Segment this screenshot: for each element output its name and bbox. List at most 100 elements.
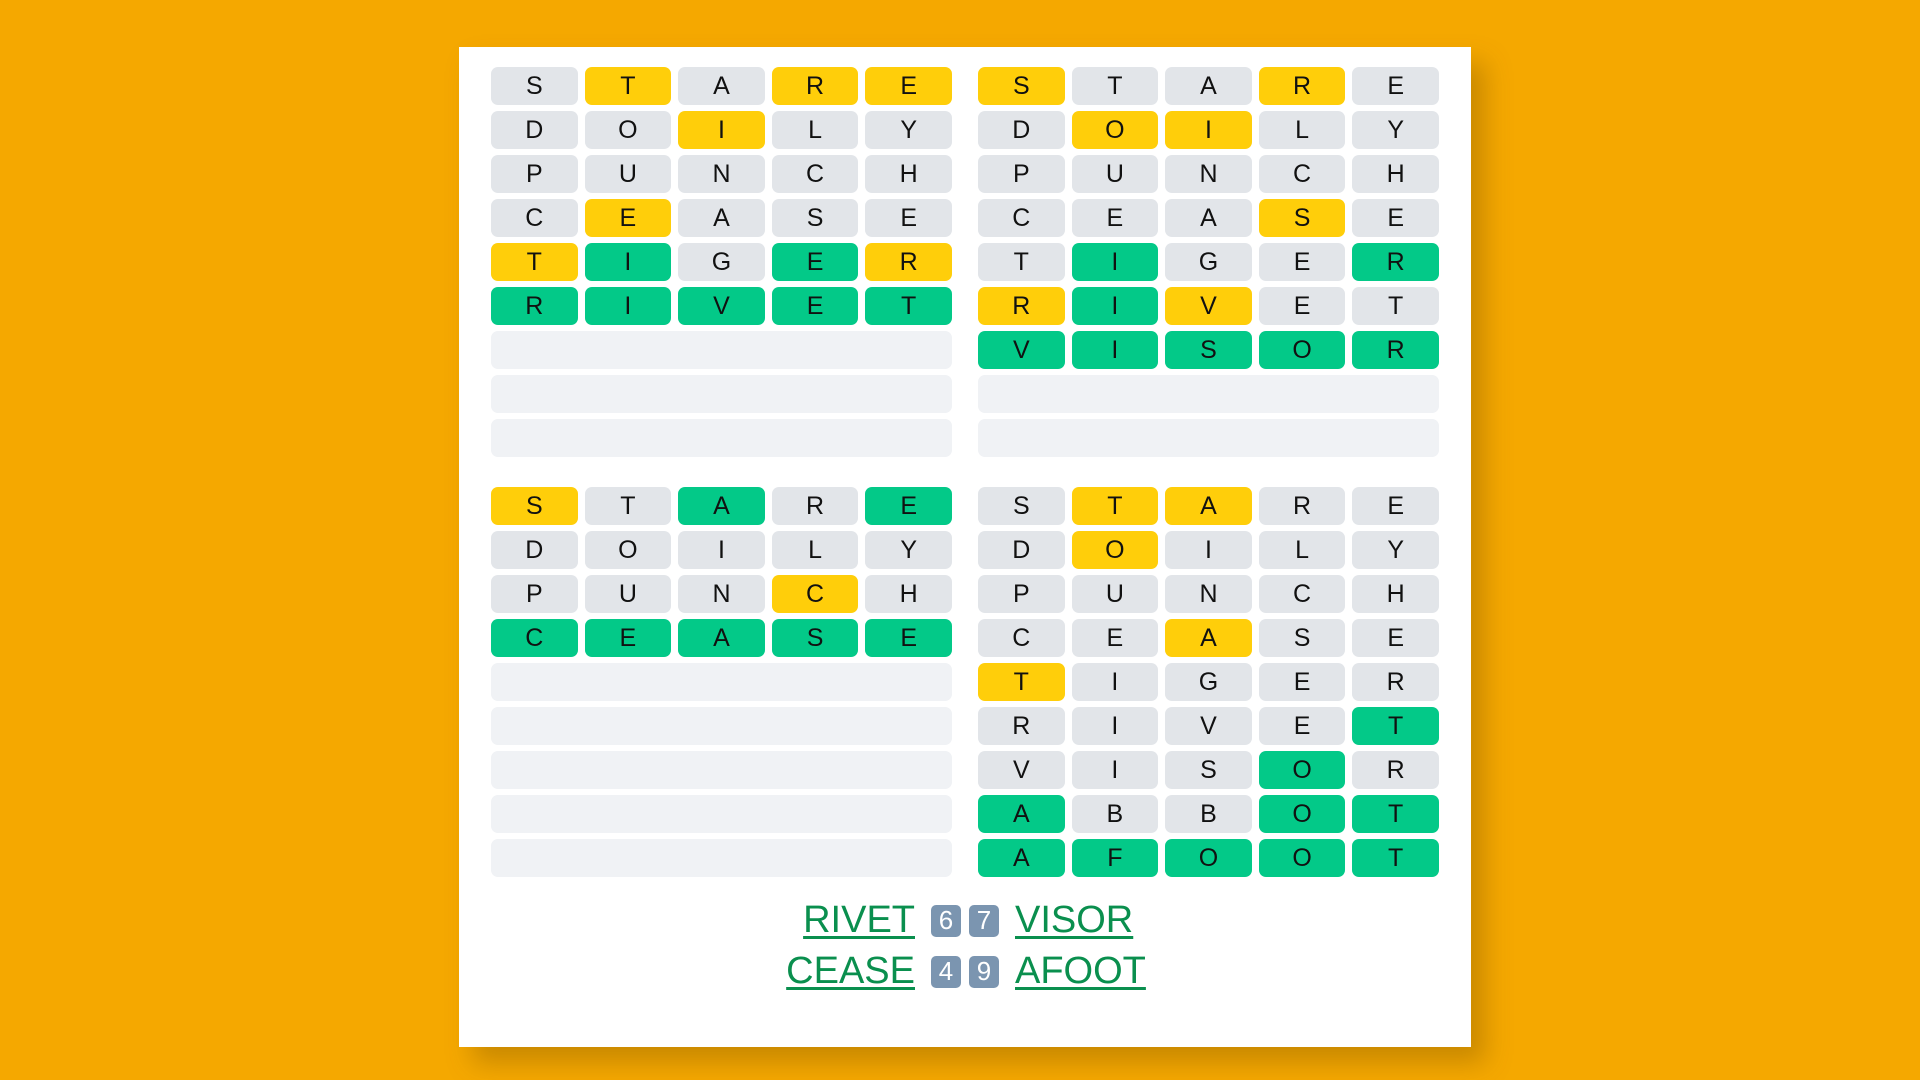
letter-tile: C xyxy=(491,619,578,657)
letter-tile: N xyxy=(1165,575,1252,613)
letter-tile: T xyxy=(1352,839,1439,877)
letter-tile: S xyxy=(978,67,1065,105)
answer-word-link[interactable]: RIVET xyxy=(775,899,915,942)
letter-tile: I xyxy=(1071,331,1159,369)
letter-tile: A xyxy=(678,619,765,657)
letter-tile: S xyxy=(1165,751,1252,789)
letter-tile: A xyxy=(1165,619,1252,657)
guess-row: CEASE xyxy=(491,199,952,237)
empty-guess-row xyxy=(491,751,952,789)
guess-count-badge: 4 xyxy=(929,953,963,990)
letter-tile: T xyxy=(491,243,578,281)
letter-tile: E xyxy=(865,67,952,105)
letter-tile: T xyxy=(584,67,672,105)
letter-tile: I xyxy=(1071,243,1159,281)
letter-tile: C xyxy=(491,199,578,237)
guess-row: DOILY xyxy=(978,531,1439,569)
letter-tile: O xyxy=(1165,839,1252,877)
letter-tile: S xyxy=(491,487,578,525)
answer-word-link[interactable]: CEASE xyxy=(775,950,915,993)
letter-tile: E xyxy=(1352,67,1439,105)
letter-tile: S xyxy=(1258,199,1346,237)
empty-guess-row xyxy=(491,663,952,701)
guess-row: STARE xyxy=(978,487,1439,525)
letter-tile: H xyxy=(865,575,952,613)
guess-row: STARE xyxy=(978,67,1439,105)
guess-row: PUNCH xyxy=(978,155,1439,193)
guess-count-badge: 7 xyxy=(967,902,1001,939)
letter-tile: V xyxy=(1165,707,1252,745)
letter-tile: O xyxy=(1258,795,1346,833)
guess-count-badges: 49 xyxy=(929,953,1001,990)
guess-row: TIGER xyxy=(491,243,952,281)
guess-row: RIVET xyxy=(978,287,1439,325)
letter-tile: T xyxy=(1352,795,1439,833)
guess-count-badge: 6 xyxy=(929,902,963,939)
letter-tile: S xyxy=(1258,619,1346,657)
letter-tile: H xyxy=(865,155,952,193)
guess-row: RIVET xyxy=(978,707,1439,745)
letter-tile: T xyxy=(1071,67,1159,105)
letter-tile: E xyxy=(865,199,952,237)
guess-row: PUNCH xyxy=(978,575,1439,613)
answer-word-link[interactable]: VISOR xyxy=(1015,899,1155,942)
letter-tile: T xyxy=(1352,287,1439,325)
letter-tile: E xyxy=(1071,619,1159,657)
letter-tile: B xyxy=(1071,795,1159,833)
letter-tile: O xyxy=(1258,331,1346,369)
letter-tile: P xyxy=(978,575,1065,613)
empty-guess-row xyxy=(491,707,952,745)
letter-tile: S xyxy=(771,199,859,237)
guess-row: TIGER xyxy=(978,663,1439,701)
letter-tile: E xyxy=(584,199,672,237)
letter-tile: H xyxy=(1352,155,1439,193)
letter-tile: R xyxy=(865,243,952,281)
letter-tile: F xyxy=(1071,839,1159,877)
answer-line: RIVET 6 7 VISOR xyxy=(775,899,1155,942)
empty-guess-row xyxy=(978,375,1439,413)
letter-tile: L xyxy=(1258,531,1346,569)
letter-tile: Y xyxy=(865,111,952,149)
letter-tile: U xyxy=(1071,575,1159,613)
empty-guess-row xyxy=(491,795,952,833)
guess-row: TIGER xyxy=(978,243,1439,281)
letter-tile: E xyxy=(865,487,952,525)
quordle-results-card: STAREDOILYPUNCHCEASETIGERRIVET STAREDOIL… xyxy=(459,47,1471,1047)
letter-tile: R xyxy=(491,287,578,325)
letter-tile: E xyxy=(1258,243,1346,281)
empty-guess-row xyxy=(491,331,952,369)
letter-tile: A xyxy=(1165,199,1252,237)
quordle-grids: STAREDOILYPUNCHCEASETIGERRIVET STAREDOIL… xyxy=(459,67,1471,877)
letter-tile: C xyxy=(1258,155,1346,193)
answer-word-link[interactable]: AFOOT xyxy=(1015,950,1155,993)
letter-tile: T xyxy=(978,243,1065,281)
letter-tile: R xyxy=(771,487,859,525)
empty-guess-row xyxy=(491,839,952,877)
letter-tile: E xyxy=(1258,663,1346,701)
letter-tile: T xyxy=(1071,487,1159,525)
letter-tile: R xyxy=(1352,331,1439,369)
guess-row: RIVET xyxy=(491,287,952,325)
letter-tile: E xyxy=(1258,707,1346,745)
letter-tile: E xyxy=(1352,199,1439,237)
letter-tile: P xyxy=(491,155,578,193)
letter-tile: I xyxy=(1071,663,1159,701)
letter-tile: D xyxy=(491,531,578,569)
letter-tile: I xyxy=(678,111,765,149)
letter-tile: O xyxy=(584,111,672,149)
letter-tile: V xyxy=(1165,287,1252,325)
letter-tile: G xyxy=(678,243,765,281)
letter-tile: V xyxy=(978,751,1065,789)
guess-row: DOILY xyxy=(491,531,952,569)
letter-tile: E xyxy=(771,243,859,281)
answer-line: CEASE 4 9 AFOOT xyxy=(775,950,1155,993)
letter-tile: O xyxy=(1071,111,1159,149)
grid-row-bottom: STAREDOILYPUNCHCEASE STAREDOILYPUNCHCEAS… xyxy=(485,487,1445,877)
letter-tile: L xyxy=(771,531,859,569)
letter-tile: O xyxy=(584,531,672,569)
guess-row: PUNCH xyxy=(491,155,952,193)
letter-tile: D xyxy=(978,111,1065,149)
guess-row: VISOR xyxy=(978,331,1439,369)
letter-tile: A xyxy=(978,795,1065,833)
letter-tile: R xyxy=(1258,487,1346,525)
